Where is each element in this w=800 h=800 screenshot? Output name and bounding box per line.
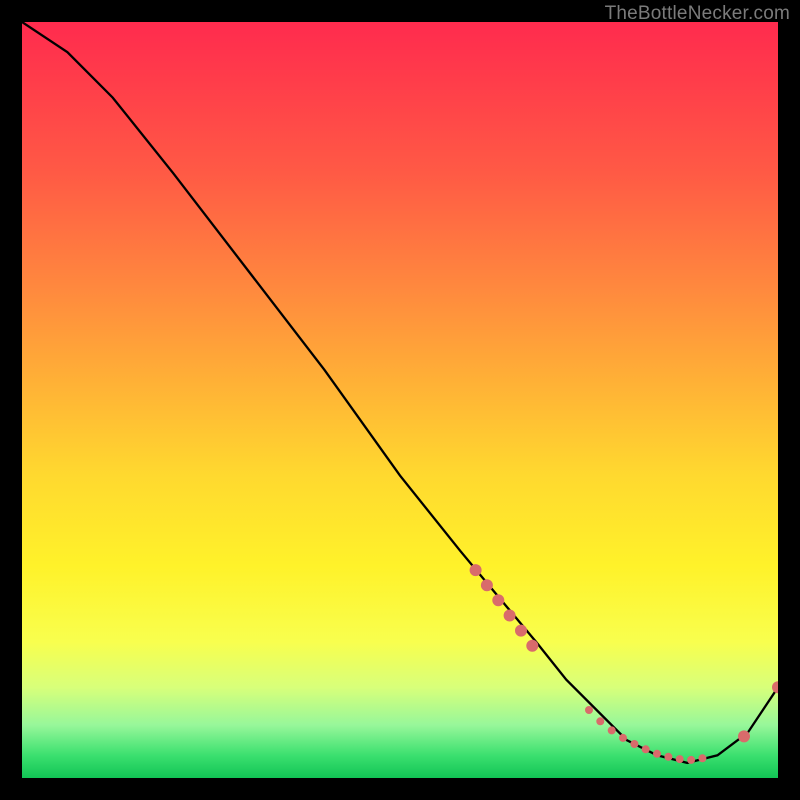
data-point	[664, 753, 672, 761]
data-point	[698, 754, 706, 762]
data-point	[515, 625, 527, 637]
data-markers	[470, 564, 778, 764]
data-point	[642, 745, 650, 753]
data-point	[687, 756, 695, 764]
data-point	[772, 681, 778, 693]
data-point	[492, 594, 504, 606]
data-point	[481, 579, 493, 591]
bottleneck-curve	[22, 22, 778, 763]
data-point	[596, 717, 604, 725]
chart-svg	[22, 22, 778, 778]
data-point	[676, 755, 684, 763]
data-point	[653, 750, 661, 758]
data-point	[470, 564, 482, 576]
data-point	[526, 640, 538, 652]
data-point	[585, 706, 593, 714]
chart-stage: TheBottleNecker.com	[0, 0, 800, 800]
data-point	[619, 734, 627, 742]
data-point	[608, 726, 616, 734]
data-point	[504, 610, 516, 622]
data-point	[630, 740, 638, 748]
plot-area	[22, 22, 778, 778]
data-point	[738, 730, 750, 742]
watermark-text: TheBottleNecker.com	[605, 3, 790, 25]
